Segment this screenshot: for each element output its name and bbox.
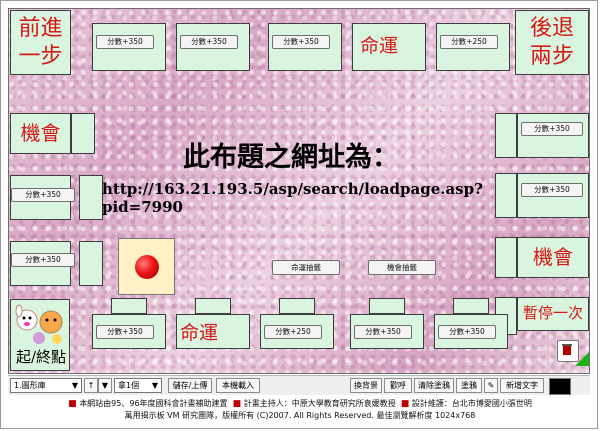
top-score-button[interactable]: 分數+350 [180, 35, 238, 49]
load-local-button[interactable]: 本機載入 [216, 378, 260, 393]
new-text-button[interactable]: 新增文字 [500, 378, 544, 393]
corner-left-chance: 機會 [10, 113, 71, 154]
footer: ■ 本網站由95、96年度國科會計畫補助建置 ■ 計畫主持人：中原大學教育研究所… [0, 398, 600, 421]
footer-line-1: ■ 本網站由95、96年度國科會計畫補助建置 ■ 計畫主持人：中原大學教育研究所… [0, 398, 600, 410]
center-title: 此布題之網址為： [183, 142, 399, 173]
top-fate-label: 命運 [360, 35, 399, 57]
start-end-label: 起/終點 [15, 348, 67, 366]
left-tile-side [79, 241, 103, 286]
bottom-score-button[interactable]: 分數+350 [96, 325, 154, 339]
chevron-down-icon: ▼ [151, 381, 158, 390]
animal-cartoons-icon [15, 304, 63, 344]
bullet-icon: ■ [232, 399, 242, 409]
bottom-tile-top [195, 298, 231, 314]
bottom-score-button[interactable]: 分數+350 [354, 325, 412, 339]
pen-icon[interactable]: ✎ [484, 378, 498, 393]
dice-dot-icon [135, 255, 159, 279]
sort-arrow-button[interactable]: ↑ [84, 378, 98, 393]
dice-box[interactable] [118, 238, 175, 295]
bottom-score-button[interactable]: 分數+250 [264, 325, 322, 339]
top-score-button[interactable]: 分數+350 [272, 35, 330, 49]
corner-back-two: 後退 兩步 [515, 10, 589, 75]
left-tile-side [79, 175, 103, 220]
bottom-fate-label: 命運 [180, 322, 219, 344]
corner-right-chance: 機會 [517, 237, 589, 278]
bullet-icon: ■ [400, 399, 410, 409]
toolbar: 1.圖形庫 ▼ ↑ ▼ 拿1個 ▼ 儲存/上傳 本機載入 換背景 歡呼 清除塗鴉… [8, 375, 590, 395]
game-board: 前進 一步 分數+350 分數+350 分數+350 命運 分數+250 後退 … [8, 8, 590, 374]
count-select-value: 拿1個 [118, 381, 140, 390]
library-select-value: 1.圖形庫 [14, 381, 46, 390]
bottom-score-button[interactable]: 分數+350 [438, 325, 496, 339]
bullet-icon: ■ [68, 399, 77, 409]
clear-paint-button[interactable]: 清除塗鴉 [414, 378, 454, 393]
left-tile-side [71, 113, 95, 154]
corner-start-end: 起/終點 [10, 299, 70, 371]
chance-draw-button[interactable]: 機會抽籤 [368, 260, 436, 275]
cheer-button[interactable]: 歡呼 [384, 378, 412, 393]
corner-forward-one: 前進 一步 [10, 10, 71, 75]
top-score-button[interactable]: 分數+350 [96, 35, 154, 49]
corner-right-pause: 暫停一次 [517, 297, 589, 331]
count-select[interactable]: 拿1個 ▼ [114, 378, 162, 393]
chevron-down-icon: ▼ [71, 381, 78, 390]
left-score-button[interactable]: 分數+350 [11, 188, 75, 202]
top-score-button[interactable]: 分數+250 [440, 35, 498, 49]
right-score-button[interactable]: 分數+350 [521, 122, 583, 136]
dropdown-arrow-button[interactable]: ▼ [98, 378, 112, 393]
paint-button[interactable]: 塗鴉 [456, 378, 482, 393]
board-corner-deco [575, 351, 589, 366]
left-score-button[interactable]: 分數+350 [11, 253, 75, 267]
footer-line-2: 萬用揭示板 VM 研究團隊，版權所有 (C)2007. All Rights R… [124, 411, 476, 420]
save-upload-button[interactable]: 儲存/上傳 [168, 378, 212, 393]
bottom-tile-top [369, 298, 405, 314]
right-tile-side [495, 237, 517, 278]
bottom-tile-top [279, 298, 315, 314]
color-swatch[interactable] [549, 378, 571, 395]
footer-designer: 設計維護：台北市博愛國小張世明 [411, 399, 532, 408]
fate-draw-button[interactable]: 命運抽籤 [272, 260, 340, 275]
bottom-tile-top [453, 298, 489, 314]
change-background-button[interactable]: 換背景 [350, 378, 382, 393]
right-tile-side [495, 113, 517, 158]
footer-grant: 本網站由95、96年度國科會計畫補助建置 [79, 399, 228, 408]
footer-pi: 計畫主持人：中原大學教育研究所袁媛教授 [243, 399, 396, 408]
bottom-tile-top [111, 298, 147, 314]
library-select[interactable]: 1.圖形庫 ▼ [10, 378, 82, 393]
center-url: http://163.21.193.5/asp/search/loadpage.… [102, 180, 483, 216]
